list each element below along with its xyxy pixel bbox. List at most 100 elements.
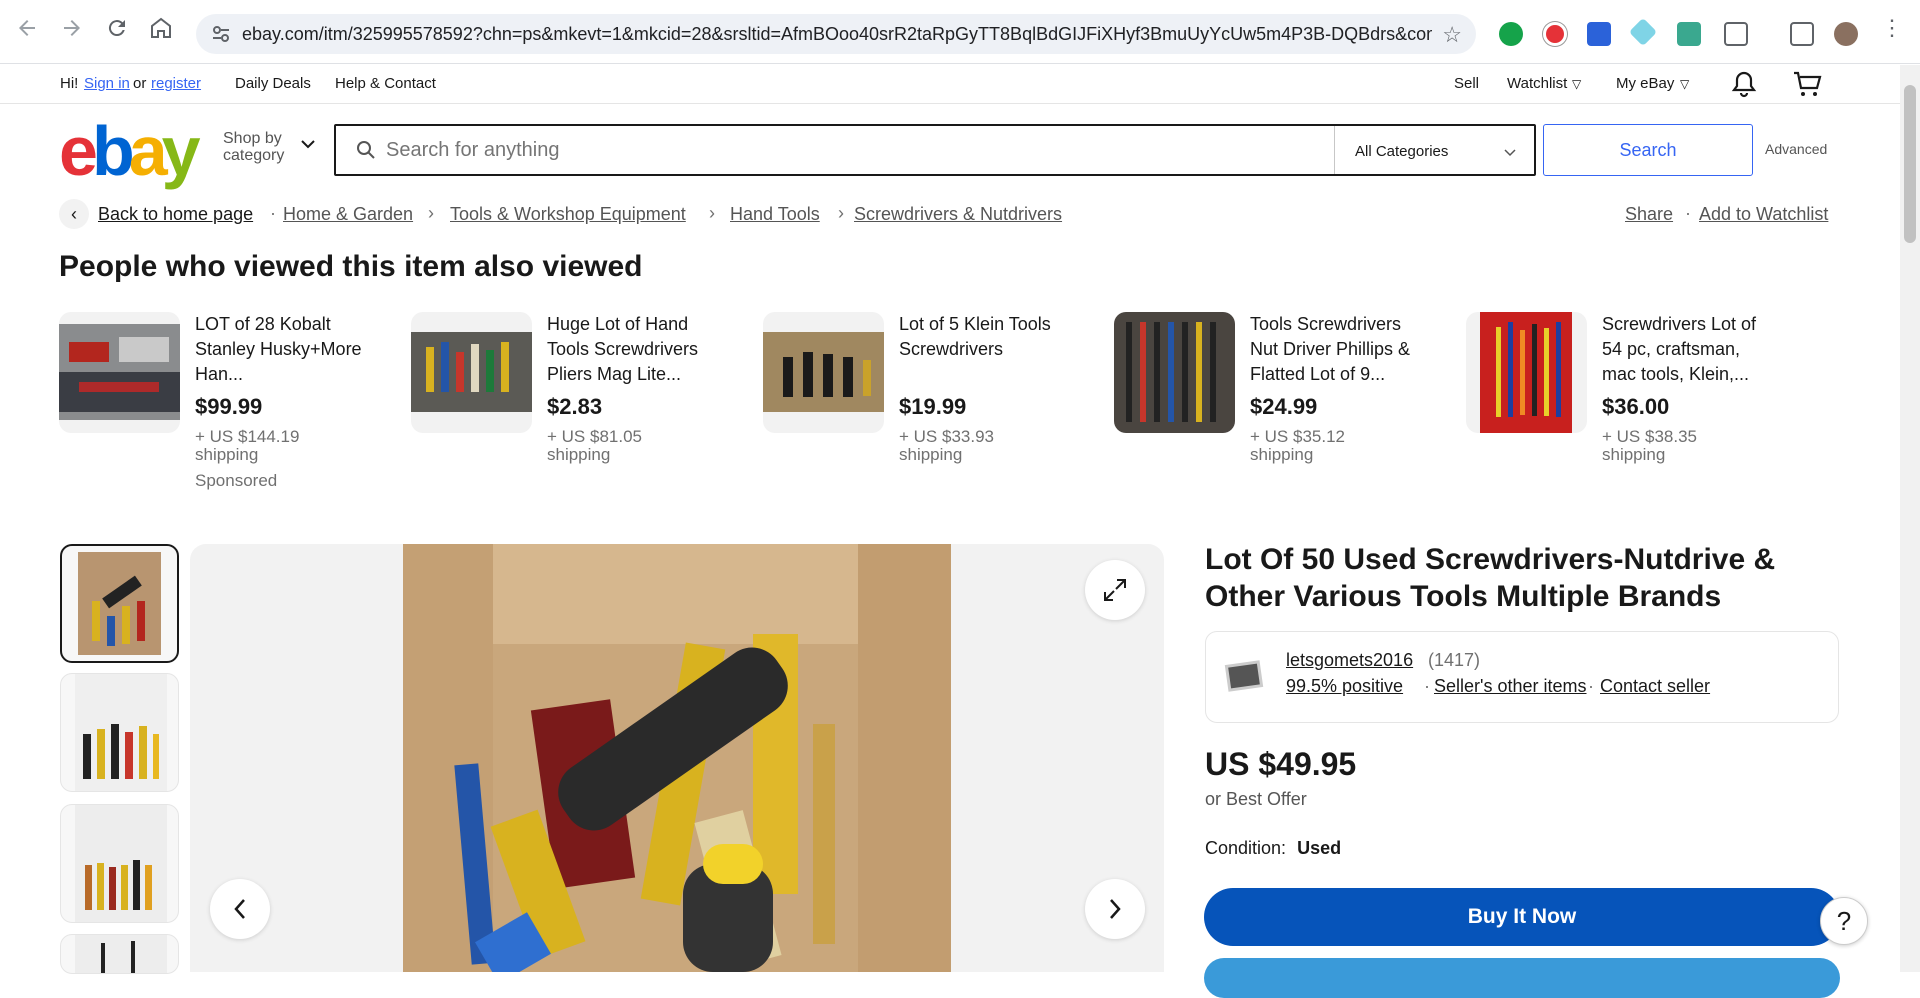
breadcrumb-chevron-icon: › xyxy=(838,203,844,223)
main-image-viewer[interactable] xyxy=(190,544,1164,972)
grammarly-extension-icon[interactable] xyxy=(1499,22,1523,46)
next-image-button[interactable] xyxy=(1085,879,1145,939)
greeting-text: Hi! xyxy=(60,75,79,92)
cart-icon[interactable] xyxy=(1792,70,1822,102)
search-button[interactable]: Search xyxy=(1543,124,1753,176)
my-ebay-menu[interactable]: My eBay xyxy=(1616,75,1674,92)
extensions-puzzle-icon[interactable] xyxy=(1724,22,1748,46)
item-thumbnail[interactable] xyxy=(411,312,532,433)
item-price: $99.99 xyxy=(195,394,263,419)
page-scrollbar[interactable] xyxy=(1900,65,1920,972)
contact-seller-link[interactable]: Contact seller xyxy=(1600,676,1710,697)
ebay-logo[interactable]: ebay xyxy=(59,116,201,186)
search-icon xyxy=(356,140,376,160)
seller-positive-link[interactable]: 99.5% positive xyxy=(1286,676,1403,697)
condition-row: Condition: Used xyxy=(1205,838,1341,859)
item-shipping: + US $35.12 shipping xyxy=(1250,427,1345,464)
category-select[interactable]: All Categories xyxy=(1334,126,1534,174)
product-price: US $49.95 xyxy=(1205,746,1357,782)
bookmark-star-icon[interactable]: ☆ xyxy=(1442,22,1462,48)
also-viewed-card[interactable]: Lot of 5 Klein Tools Screwdrivers $19.99… xyxy=(763,312,1103,492)
chrome-menu-icon[interactable]: ⋮ xyxy=(1880,16,1904,40)
back-to-home-link[interactable]: Back to home page xyxy=(98,204,253,225)
pokeball-extension-icon[interactable] xyxy=(1543,22,1567,46)
forward-icon[interactable] xyxy=(60,16,84,40)
breadcrumb-hand-tools[interactable]: Hand Tools xyxy=(730,204,820,225)
also-viewed-heading: People who viewed this item also viewed xyxy=(59,250,643,283)
seller-dot: · xyxy=(1588,676,1594,696)
item-shipping: + US $81.05 shipping xyxy=(547,427,642,464)
item-price: $24.99 xyxy=(1250,394,1318,419)
back-chevron-icon[interactable]: ‹ xyxy=(59,199,89,229)
expand-icon[interactable] xyxy=(1085,560,1145,620)
item-thumbnail[interactable] xyxy=(1466,312,1587,433)
seller-name-link[interactable]: letsgomets2016 xyxy=(1286,650,1413,671)
watchlist-chevron-icon: ▽ xyxy=(1572,77,1582,91)
gallery-thumbnail[interactable] xyxy=(60,934,179,974)
notification-bell-icon[interactable] xyxy=(1731,70,1757,102)
breadcrumb-home-garden[interactable]: Home & Garden xyxy=(283,204,413,225)
chart-extension-icon[interactable] xyxy=(1587,22,1611,46)
browser-toolbar: ebay.com/itm/325995578592?chn=ps&mkevt=1… xyxy=(0,0,1920,64)
buy-it-now-button[interactable]: Buy It Now xyxy=(1204,888,1840,946)
sell-link[interactable]: Sell xyxy=(1454,75,1479,92)
item-thumbnail[interactable] xyxy=(1114,312,1235,433)
gem-extension-icon[interactable] xyxy=(1628,17,1658,47)
register-link[interactable]: register xyxy=(151,75,201,92)
shop-by-category-button[interactable]: Shop by category xyxy=(223,130,315,164)
url-text[interactable]: ebay.com/itm/325995578592?chn=ps&mkevt=1… xyxy=(242,24,1432,45)
item-shipping: + US $33.93 shipping xyxy=(899,427,994,464)
item-title[interactable]: Lot of 5 Klein Tools Screwdrivers xyxy=(899,312,1074,362)
category-text: category xyxy=(223,147,285,164)
seller-card: letsgomets2016 (1417) 99.5% positive · S… xyxy=(1205,631,1839,723)
gallery-thumbnail[interactable] xyxy=(60,804,179,923)
advanced-search-link[interactable]: Advanced xyxy=(1765,141,1827,157)
condition-label: Condition: xyxy=(1205,838,1287,858)
also-viewed-card[interactable]: Tools Screwdrivers Nut Driver Phillips &… xyxy=(1114,312,1454,492)
help-contact-link[interactable]: Help & Contact xyxy=(335,75,436,92)
category-select-chevron-icon xyxy=(1504,144,1516,161)
back-icon[interactable] xyxy=(15,16,39,40)
previous-image-button[interactable] xyxy=(210,879,270,939)
seller-other-items-link[interactable]: Seller's other items xyxy=(1424,676,1587,697)
item-price: $2.83 xyxy=(547,394,603,419)
condition-value: Used xyxy=(1297,838,1342,858)
shop-by-text: Shop by xyxy=(223,130,282,147)
search-input[interactable] xyxy=(386,136,1286,164)
daily-deals-link[interactable]: Daily Deals xyxy=(235,75,311,92)
sign-in-link[interactable]: Sign in xyxy=(84,75,130,92)
product-title: Lot Of 50 Used Screwdrivers-Nutdrive & O… xyxy=(1205,543,1776,613)
profile-avatar[interactable] xyxy=(1834,22,1858,46)
main-product-image xyxy=(403,544,951,972)
item-thumbnail[interactable] xyxy=(59,312,180,433)
item-shipping: + US $144.19 shipping xyxy=(195,427,300,464)
reload-icon[interactable] xyxy=(105,16,129,40)
sponsored-label: Sponsored xyxy=(195,471,278,490)
side-panel-icon[interactable] xyxy=(1790,22,1814,46)
share-link[interactable]: Share xyxy=(1625,204,1673,225)
add-to-watchlist-link[interactable]: Add to Watchlist xyxy=(1699,204,1828,225)
site-info-icon[interactable] xyxy=(210,23,232,45)
watchlist-menu[interactable]: Watchlist xyxy=(1507,75,1567,92)
breadcrumb-dot: · xyxy=(270,203,276,223)
breadcrumb-screwdrivers[interactable]: Screwdrivers & Nutdrivers xyxy=(854,204,1062,225)
help-button[interactable]: ? xyxy=(1820,897,1868,945)
add-to-cart-button[interactable] xyxy=(1204,958,1840,998)
also-viewed-card[interactable]: Huge Lot of Hand Tools Screwdrivers Plie… xyxy=(411,312,751,492)
ai-extension-icon[interactable] xyxy=(1677,22,1701,46)
scrollbar-thumb[interactable] xyxy=(1904,85,1916,243)
also-viewed-card[interactable]: Screwdrivers Lot of 54 pc, craftsman, ma… xyxy=(1466,312,1806,492)
item-title[interactable]: Tools Screwdrivers Nut Driver Phillips &… xyxy=(1250,312,1425,387)
shop-category-chevron-icon xyxy=(301,136,315,153)
breadcrumb-tools-workshop[interactable]: Tools & Workshop Equipment xyxy=(450,204,686,225)
item-title[interactable]: LOT of 28 Kobalt Stanley Husky+More Han.… xyxy=(195,312,370,387)
item-title[interactable]: Screwdrivers Lot of 54 pc, craftsman, ma… xyxy=(1602,312,1777,387)
item-title[interactable]: Huge Lot of Hand Tools Screwdrivers Plie… xyxy=(547,312,722,387)
gallery-thumbnail[interactable] xyxy=(60,544,179,663)
gallery-thumbnail[interactable] xyxy=(60,673,179,792)
also-viewed-card[interactable]: LOT of 28 Kobalt Stanley Husky+More Han.… xyxy=(59,312,399,492)
item-thumbnail[interactable] xyxy=(763,312,884,433)
address-bar[interactable]: ebay.com/itm/325995578592?chn=ps&mkevt=1… xyxy=(196,14,1476,54)
logo-letter-a: a xyxy=(128,112,168,190)
home-icon[interactable] xyxy=(149,16,173,40)
